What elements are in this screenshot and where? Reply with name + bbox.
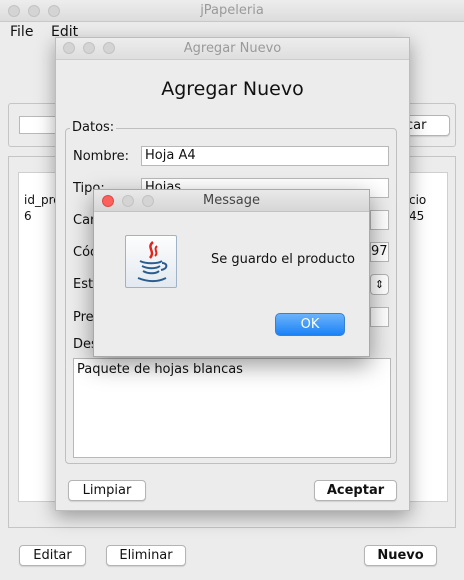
cantidad-field[interactable]	[370, 210, 389, 230]
codigo-field[interactable]: 97	[370, 242, 389, 262]
table-cell-id[interactable]: 6	[24, 209, 32, 223]
table-cell-precio[interactable]: 45	[409, 209, 424, 223]
nombre-label: Nombre:	[73, 149, 130, 164]
precio-field[interactable]	[370, 307, 389, 327]
message-close-button[interactable]	[102, 195, 114, 207]
aceptar-button[interactable]: Aceptar	[314, 480, 397, 501]
message-minimize-button[interactable]	[122, 195, 134, 207]
table-header-precio[interactable]: cio	[409, 193, 426, 207]
dialog-heading: Agregar Nuevo	[161, 78, 304, 100]
message-text: Se guardo el producto	[211, 252, 355, 267]
datos-legend: Datos:	[70, 120, 117, 135]
estado-label: Est	[73, 277, 94, 292]
message-titlebar: Message	[94, 190, 369, 212]
dialog-close-button[interactable]	[63, 42, 75, 54]
ok-button[interactable]: OK	[275, 313, 345, 336]
message-dialog: Message Se guardo el producto OK	[93, 189, 370, 357]
limpiar-button[interactable]: Limpiar	[68, 480, 146, 501]
main-titlebar: jPapeleria	[0, 0, 464, 22]
nombre-field[interactable]: Hoja A4	[141, 146, 389, 166]
dialog-minimize-button[interactable]	[83, 42, 95, 54]
menu-file[interactable]: File	[10, 24, 33, 40]
descripcion-textarea[interactable]: Paquete de hojas blancas	[73, 358, 391, 458]
dialog-titlebar: Agregar Nuevo	[56, 38, 409, 60]
eliminar-button[interactable]: Eliminar	[106, 545, 186, 566]
precio-label: Pre	[73, 310, 94, 325]
dialog-zoom-button[interactable]	[103, 42, 115, 54]
main-window-title: jPapeleria	[200, 3, 264, 18]
estado-select-chevron-icon[interactable]: ⇕	[370, 274, 389, 295]
close-window-button[interactable]	[8, 5, 20, 17]
minimize-window-button[interactable]	[28, 5, 40, 17]
zoom-window-button[interactable]	[48, 5, 60, 17]
java-icon	[125, 235, 177, 288]
nuevo-button[interactable]: Nuevo	[364, 545, 437, 566]
message-title: Message	[203, 193, 260, 208]
message-zoom-button[interactable]	[142, 195, 154, 207]
editar-button[interactable]: Editar	[19, 545, 86, 566]
